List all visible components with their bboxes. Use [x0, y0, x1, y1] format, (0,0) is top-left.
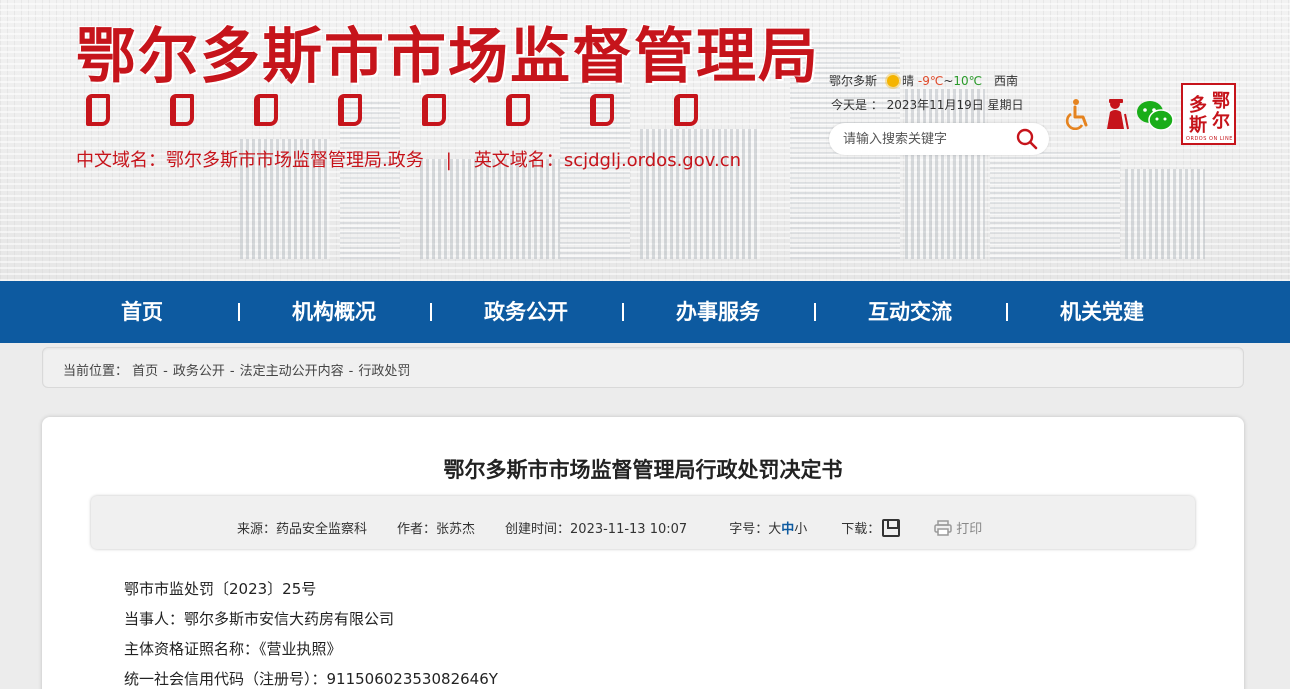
- domain-cn-label: 中文域名：: [76, 150, 166, 171]
- breadcrumb-label: 当前位置：: [63, 364, 129, 379]
- nav-item-services[interactable]: 办事服务: [622, 281, 814, 343]
- domain-en: scjdglj.ordos.gov.cn: [563, 150, 742, 171]
- breadcrumb-separator: -: [229, 364, 235, 379]
- mongolian-script-title: [82, 90, 754, 126]
- breadcrumb-separator: -: [163, 364, 168, 379]
- logo-tagline: ORDOS ON LINE: [1186, 136, 1233, 142]
- site-header: 鄂尔多斯市市场监督管理局 中文域名：鄂尔多斯市市场监督管理局.政务 | 英文域名：s…: [0, 0, 1290, 281]
- weather-condition: 晴: [902, 74, 915, 88]
- background-building: [1125, 169, 1205, 259]
- today-date: 今天是 ： 2023年11月19日 星期日: [831, 98, 1024, 112]
- search-icon[interactable]: [1015, 127, 1039, 151]
- nav-item-interaction[interactable]: 互动交流: [814, 281, 1006, 343]
- font-size-switcher: 字号：大中小: [729, 518, 807, 537]
- mongolian-glyph: [418, 90, 446, 126]
- background-building: [990, 149, 1120, 259]
- weather-city: 鄂尔多斯: [829, 74, 878, 88]
- mongolian-glyph: [670, 90, 698, 126]
- temp-high: 10℃: [953, 74, 983, 88]
- font-size-medium[interactable]: 中: [781, 522, 794, 537]
- search-input[interactable]: [843, 129, 1013, 149]
- logo-char: 斯: [1189, 115, 1207, 136]
- breadcrumb-link-statutory-disclosure[interactable]: 法定主动公开内容: [240, 364, 344, 379]
- mongolian-glyph: [334, 90, 362, 126]
- logo-char: 尔: [1212, 111, 1230, 132]
- nav-item-party-building[interactable]: 机关党建: [1006, 281, 1198, 343]
- font-size-small[interactable]: 小: [794, 522, 807, 537]
- ordos-online-logo[interactable]: 鄂 尔 多 斯 ORDOS ON LINE: [1181, 83, 1236, 145]
- elder-mode-icon[interactable]: [1101, 98, 1131, 130]
- article-body: 鄂市市监处罚〔2023〕25号 当事人：鄂尔多斯市安信大药房有限公司 主体资格证…: [124, 574, 498, 689]
- breadcrumb-link-administrative-penalty[interactable]: 行政处罚: [358, 364, 410, 379]
- article-source: 来源：药品安全监察科: [237, 522, 368, 537]
- nav-item-government-affairs[interactable]: 政务公开: [430, 281, 622, 343]
- mongolian-glyph: [502, 90, 530, 126]
- mongolian-glyph: [586, 90, 614, 126]
- nav-item-about[interactable]: 机构概况: [238, 281, 430, 343]
- temp-low: -9℃: [917, 74, 944, 88]
- font-size-large[interactable]: 大: [768, 522, 781, 537]
- mongolian-glyph: [250, 90, 278, 126]
- article-panel: 鄂尔多斯市市场监督管理局行政处罚决定书 来源：药品安全监察科 作者：张苏杰 创建…: [42, 417, 1244, 689]
- breadcrumb-link-home[interactable]: 首页: [132, 364, 158, 379]
- printer-icon: [934, 519, 953, 536]
- mongolian-glyph: [166, 90, 194, 126]
- main-nav: 首页 机构概况 政务公开 办事服务 互动交流 机关党建: [0, 281, 1290, 343]
- font-size-label: 字号：: [729, 522, 769, 537]
- credit-code: 统一社会信用代码（注册号）：91150602353082646Y: [124, 670, 498, 688]
- sunny-icon: [887, 75, 900, 87]
- search-box: [829, 123, 1049, 155]
- license-name: 主体资格证照名称：《营业执照》: [124, 640, 342, 658]
- site-title: 鄂尔多斯市市场监督管理局: [76, 22, 820, 92]
- print-label: 打印: [956, 522, 983, 537]
- domain-separator: |: [445, 150, 452, 171]
- article-title: 鄂尔多斯市市场监督管理局行政处罚决定书: [443, 458, 843, 482]
- mongolian-glyph: [82, 90, 110, 126]
- temp-tilde: ~: [943, 74, 954, 88]
- document-number: 鄂市市监处罚〔2023〕25号: [124, 580, 317, 598]
- wechat-icon[interactable]: [1136, 100, 1174, 132]
- save-icon[interactable]: [882, 518, 901, 537]
- breadcrumb: 当前位置： 首页 - 政务公开 - 法定主动公开内容 - 行政处罚: [42, 347, 1244, 388]
- background-building: [905, 89, 985, 259]
- download-label: 下载：: [841, 522, 881, 537]
- nav-item-home[interactable]: 首页: [46, 281, 238, 343]
- breadcrumb-separator: -: [348, 364, 354, 379]
- domain-en-label: 英文域名：: [473, 150, 564, 171]
- article-created-time: 创建时间：2023-11-13 10:07: [505, 522, 688, 537]
- print-button[interactable]: 打印: [934, 518, 982, 537]
- background-building: [420, 159, 560, 259]
- domain-cn: 鄂尔多斯市市场监督管理局.政务: [166, 150, 424, 171]
- accessibility-icon[interactable]: [1063, 98, 1091, 130]
- breadcrumb-link-government-affairs[interactable]: 政务公开: [173, 364, 225, 379]
- weather-widget: 鄂尔多斯 晴 -9℃~10℃ 西南: [829, 72, 1018, 89]
- party-name: 当事人：鄂尔多斯市安信大药房有限公司: [124, 610, 395, 628]
- domain-names: 中文域名：鄂尔多斯市市场监督管理局.政务 | 英文域名：scjdglj.ordos.…: [76, 146, 741, 172]
- article-meta-bar: 来源：药品安全监察科 作者：张苏杰 创建时间：2023-11-13 10:07 …: [91, 496, 1195, 549]
- weather-wind: 西南: [993, 74, 1018, 88]
- article-author: 作者：张苏杰: [397, 522, 476, 537]
